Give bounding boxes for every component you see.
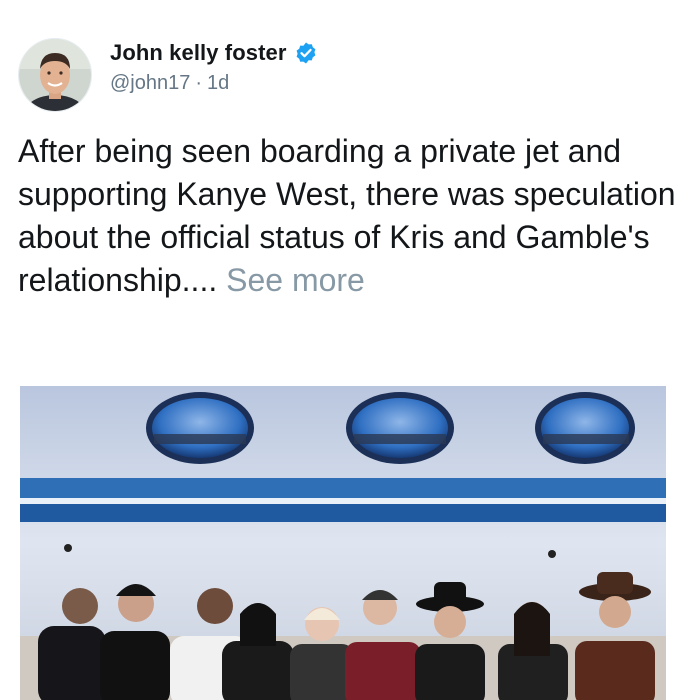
tweet-text: After being seen boarding a private jet … [18, 130, 686, 302]
meta-separator: · [195, 72, 203, 94]
author-handle[interactable]: @john17 [110, 72, 190, 94]
jet-window [535, 392, 635, 464]
author-display-name[interactable]: John kelly foster [110, 40, 287, 66]
tweet-header: John kelly foster @john17 · 1d [18, 38, 318, 112]
see-more-link[interactable]: See more [226, 262, 365, 298]
jet-window [346, 392, 454, 464]
tweet-meta: @john17 · 1d [110, 72, 318, 95]
author-info: John kelly foster @john17 · 1d [110, 40, 318, 95]
tweet-timestamp[interactable]: 1d [207, 72, 229, 94]
avatar[interactable] [18, 38, 92, 112]
verified-badge-icon [294, 41, 318, 65]
tweet-photo[interactable] [20, 386, 666, 700]
jet-window [146, 392, 254, 464]
name-row: John kelly foster [110, 40, 318, 66]
